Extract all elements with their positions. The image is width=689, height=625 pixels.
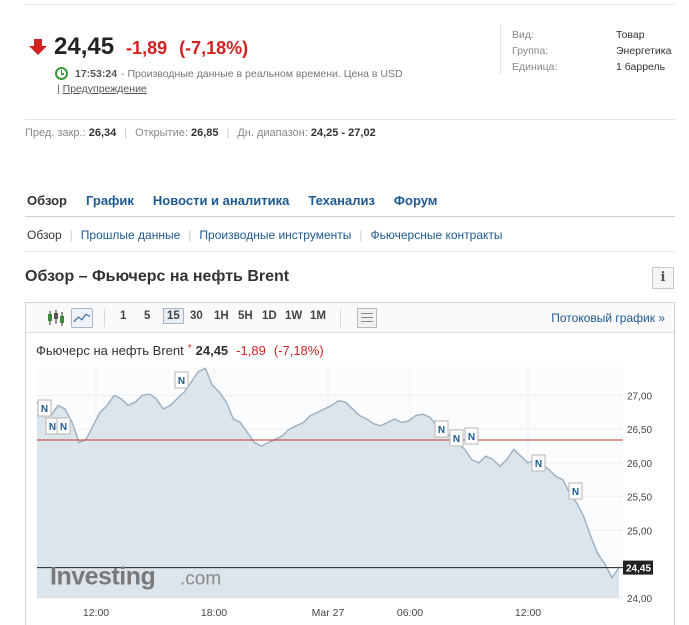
sub-tabs: Обзор | Прошлые данные | Производные инс… bbox=[27, 228, 503, 242]
stat-open: Открытие: 26,85 bbox=[135, 127, 218, 139]
price-change: -1,89 bbox=[126, 38, 168, 58]
last-price: 24,45 bbox=[54, 33, 115, 60]
y-tick-label: 27,00 bbox=[627, 391, 652, 402]
news-marker[interactable]: N bbox=[464, 427, 479, 445]
y-tick-label: 26,00 bbox=[627, 459, 652, 470]
x-tick-label: 18:00 bbox=[201, 607, 227, 619]
svg-text:N: N bbox=[41, 404, 48, 415]
investing-watermark-suffix: .com bbox=[180, 569, 221, 590]
svg-text:N: N bbox=[60, 422, 67, 433]
y-tick-label: 24,00 bbox=[627, 594, 652, 605]
stat-day-range: Дн. диапазон: 24,25 - 27,02 bbox=[237, 127, 375, 139]
stat-label: Пред. закр.: bbox=[25, 127, 86, 139]
news-marker[interactable]: N bbox=[174, 371, 189, 389]
info-key: Вид: bbox=[512, 29, 534, 41]
stat-label: Дн. диапазон: bbox=[237, 127, 308, 139]
subtab-separator: | bbox=[359, 228, 363, 242]
subtab-separator: | bbox=[188, 228, 192, 242]
svg-text:N: N bbox=[438, 425, 445, 436]
svg-text:N: N bbox=[535, 459, 542, 470]
y-tick-label: 25,00 bbox=[627, 526, 652, 537]
info-value: Энергетика bbox=[616, 45, 672, 57]
info-key: Группа: bbox=[512, 45, 549, 57]
subtab-futures[interactable]: Фьючерсные контракты bbox=[371, 228, 503, 242]
subtabs-divider bbox=[25, 251, 675, 252]
x-tick-label: 06:00 bbox=[397, 607, 423, 619]
info-icon[interactable]: i bbox=[652, 267, 674, 289]
svg-text:N: N bbox=[49, 422, 56, 433]
stat-value: 26,34 bbox=[88, 127, 117, 139]
price-change-percent: (-7,18%) bbox=[179, 38, 249, 58]
chart-widget: 1 5 15 30 1H 5H 1D 1W 1M Потоковый графи… bbox=[25, 302, 675, 625]
news-marker[interactable]: N bbox=[531, 454, 546, 472]
info-value: Товар bbox=[616, 29, 645, 41]
x-tick-label: Mar 27 bbox=[312, 607, 345, 619]
news-marker[interactable]: N bbox=[56, 417, 71, 435]
tab-overview[interactable]: Обзор bbox=[27, 193, 67, 208]
svg-text:N: N bbox=[572, 487, 579, 498]
stat-value: 26,85 bbox=[190, 127, 219, 139]
quote-stats: Пред. закр.: 26,34 | Открытие: 26,85 | Д… bbox=[25, 127, 376, 139]
subtab-overview[interactable]: Обзор bbox=[27, 228, 62, 242]
news-marker[interactable]: N bbox=[434, 420, 449, 438]
last-update-time: 17:53:24 bbox=[75, 67, 118, 80]
stat-prev-close: Пред. закр.: 26,34 bbox=[25, 127, 116, 139]
info-row-type: Вид: Товар bbox=[512, 27, 671, 43]
stats-divider bbox=[25, 119, 675, 120]
info-row-group: Группа: Энергетика bbox=[512, 43, 671, 59]
y-tick-label: 26,50 bbox=[627, 425, 652, 436]
tab-chart[interactable]: График bbox=[86, 193, 134, 208]
svg-text:N: N bbox=[178, 376, 185, 387]
svg-text:N: N bbox=[453, 434, 460, 445]
stat-separator: | bbox=[124, 127, 128, 139]
info-value: 1 баррель bbox=[616, 61, 666, 73]
info-divider bbox=[500, 24, 501, 74]
stat-separator: | bbox=[226, 127, 230, 139]
tab-forum[interactable]: Форум bbox=[394, 193, 437, 208]
main-tabs: Обзор График Новости и аналитика Теханал… bbox=[27, 193, 456, 208]
stat-label: Открытие: bbox=[135, 127, 188, 139]
clock-icon bbox=[55, 67, 68, 80]
warning-separator: | bbox=[57, 83, 60, 95]
investing-watermark: Investing bbox=[50, 563, 155, 591]
price-chart[interactable]: 27,0026,5026,0025,5025,0024,5024,0012:00… bbox=[26, 303, 674, 625]
y-tick-label: 25,50 bbox=[627, 493, 652, 504]
realtime-note: 17:53:24 - Производные данные в реальном… bbox=[55, 67, 403, 80]
subtab-derivatives[interactable]: Производные инструменты bbox=[199, 228, 351, 242]
instrument-info: Вид: Товар Группа: Энергетика Единица: 1… bbox=[512, 27, 671, 75]
realtime-description: - Производные данные в реальном времени.… bbox=[121, 67, 403, 80]
news-marker[interactable]: N bbox=[568, 482, 583, 500]
subtab-historical[interactable]: Прошлые данные bbox=[81, 228, 180, 242]
news-marker[interactable]: N bbox=[37, 399, 52, 417]
info-row-unit: Единица: 1 баррель bbox=[512, 59, 671, 75]
arrow-down-icon bbox=[29, 39, 47, 55]
stat-value: 24,25 - 27,02 bbox=[310, 127, 376, 139]
tab-technical[interactable]: Теханализ bbox=[308, 193, 375, 208]
x-tick-label: 12:00 bbox=[515, 607, 541, 619]
subtab-separator: | bbox=[69, 228, 73, 242]
top-divider bbox=[25, 4, 675, 5]
tabs-divider bbox=[25, 216, 675, 217]
section-title: Обзор – Фьючерс на нефть Brent bbox=[25, 268, 290, 285]
warning-row: | Предупреждение bbox=[57, 83, 147, 95]
current-price-label: 24,45 bbox=[626, 564, 651, 575]
svg-text:N: N bbox=[468, 432, 475, 443]
x-tick-label: 12:00 bbox=[83, 607, 109, 619]
info-key: Единица: bbox=[512, 61, 558, 73]
news-marker[interactable]: N bbox=[449, 429, 464, 447]
warning-link[interactable]: Предупреждение bbox=[63, 83, 147, 95]
tab-news[interactable]: Новости и аналитика bbox=[153, 193, 289, 208]
price-header: 24,45 -1,89 (-7,18%) bbox=[29, 33, 248, 61]
